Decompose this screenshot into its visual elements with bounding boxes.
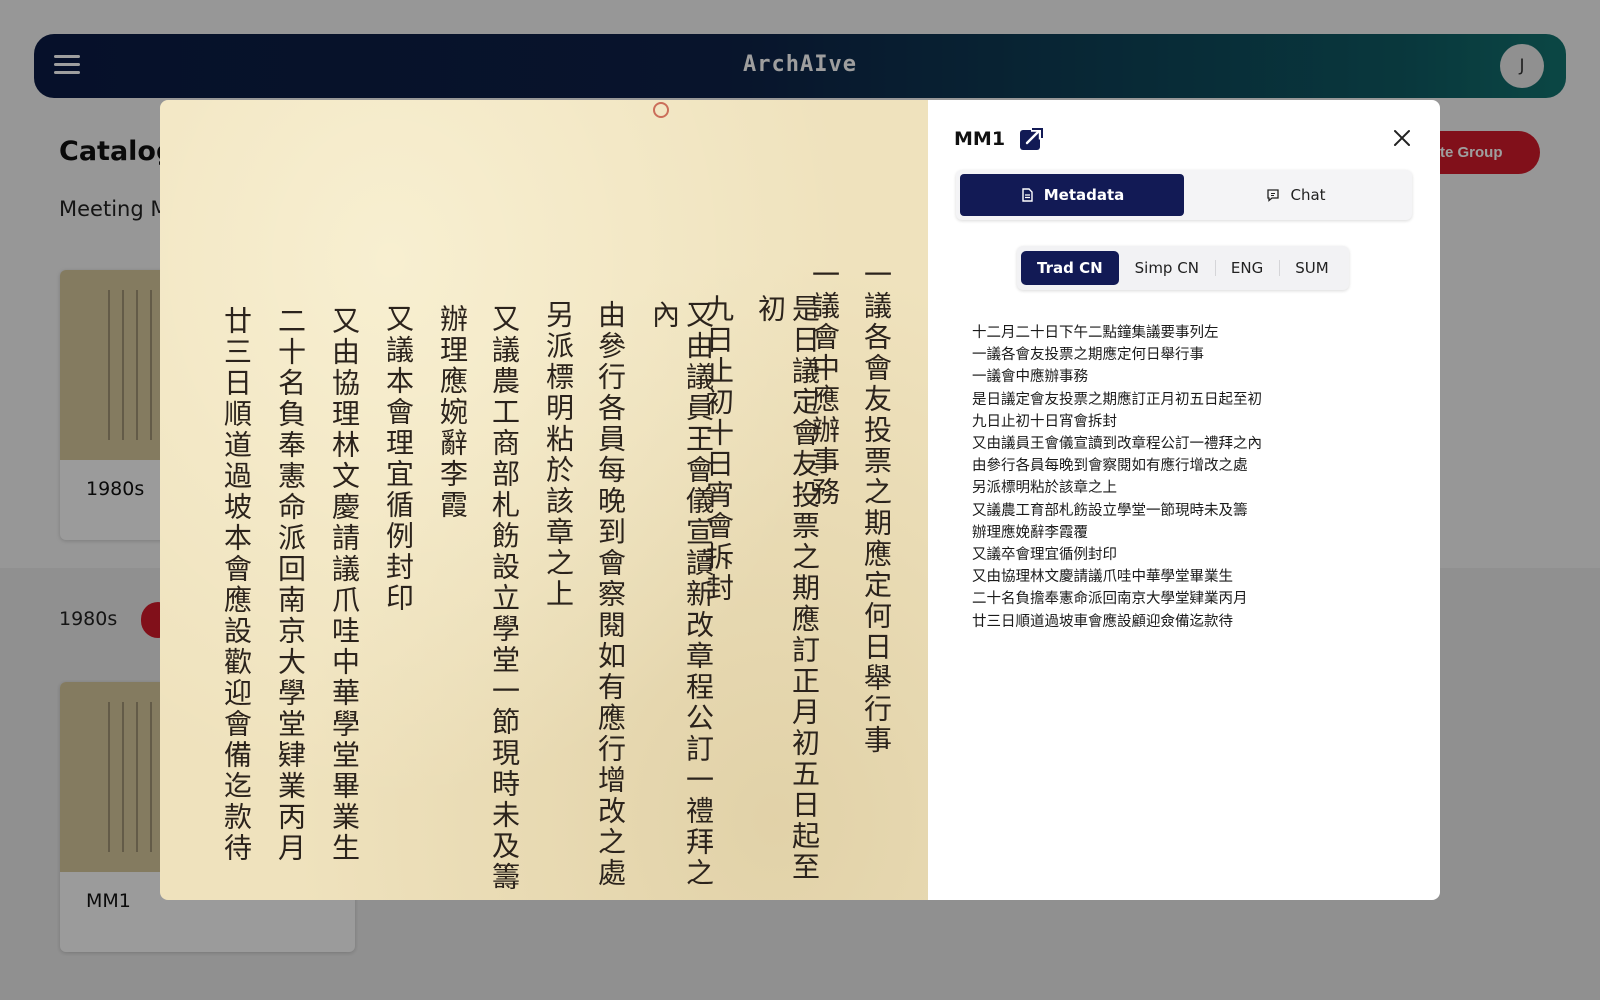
transcription-line: 二十名負擔奉憲命派回南京大學堂肄業丙月 xyxy=(972,591,1248,608)
tab-metadata[interactable]: Metadata xyxy=(960,174,1184,216)
document-title: MM1 xyxy=(954,128,1006,150)
language-switcher: Trad CN Simp CN ENG SUM xyxy=(1017,246,1349,290)
manuscript-column: 一議各會友投票之期應定何日舉行事 xyxy=(860,260,893,756)
transcription-line: 又議卒會理宜循例封印 xyxy=(972,547,1117,564)
close-icon[interactable] xyxy=(1392,128,1412,148)
manuscript-column: 是日議定會友投票之期應訂正月初五日起至初 xyxy=(754,294,821,883)
transcription-line: 十二月二十日下午二點鐘集議要事列左 xyxy=(972,325,1219,341)
transcription-line: 又由議員王會儀宣讀到改章程公訂一禮拜之內 xyxy=(972,436,1262,453)
tab-label: Metadata xyxy=(1043,186,1125,204)
manuscript-column: 辦理應婉辭李霞 xyxy=(436,304,469,521)
manuscript-column: 另派標明粘於該章之上 xyxy=(542,300,575,610)
manuscript-column: 又由協理林文慶請議爪哇中華學堂畢業生 xyxy=(328,306,361,864)
manuscript-column: 由參行各員每晚到會察閱如有應行增改之處 xyxy=(594,300,627,889)
transcription-line: 又由協理林文慶請議爪哇中華學堂畢業生 xyxy=(972,569,1233,586)
manuscript-column: 二十名負奉憲命派回南京大學堂肄業丙月 xyxy=(274,306,307,864)
manuscript-column: 又議本會理宜循例封印 xyxy=(382,304,415,614)
document-viewer-modal: 一議各會友投票之期應定何日舉行事 一議會中應辦事務 是日議定會友投票之期應訂正月… xyxy=(160,100,1440,900)
manuscript-column: 又由議員王會儀宣讀新改章程公訂一禮拜之內 xyxy=(648,300,715,889)
chat-bubble-icon xyxy=(1267,189,1280,202)
lang-trad-cn-button[interactable]: Trad CN xyxy=(1021,251,1119,285)
tab-chat[interactable]: Chat xyxy=(1184,174,1408,216)
document-icon xyxy=(1022,188,1033,202)
panel-tabs: Metadata Chat xyxy=(956,170,1412,220)
transcription-text: 十二月二十日下午二點鐘集議要事列左 一議各會友投票之期應定何日舉行事 一議會中應… xyxy=(972,322,1392,633)
lang-sum-button[interactable]: SUM xyxy=(1279,251,1344,285)
lang-simp-cn-button[interactable]: Simp CN xyxy=(1119,251,1215,285)
manuscript-column: 廿三日順道過坡本會應設歡迎會備迄款待 xyxy=(220,306,253,864)
transcription-line: 另派標明粘於該章之上 xyxy=(972,480,1117,497)
manuscript-image: 一議各會友投票之期應定何日舉行事 一議會中應辦事務 是日議定會友投票之期應訂正月… xyxy=(160,100,928,900)
metadata-panel: MM1 Metadata Chat Trad CN Simp CN ENG SU… xyxy=(928,100,1440,900)
transcription-line: 廿三日順道過坡車會應設顧迎僉備迄款待 xyxy=(972,613,1233,630)
transcription-line: 又議農工育部札飭設立學堂一節現時未及籌 xyxy=(972,502,1248,519)
transcription-line: 九日止初十日宵會拆封 xyxy=(972,413,1117,430)
transcription-line: 辦理應娩辭李霞覆 xyxy=(972,524,1088,541)
transcription-line: 是日議定會友投票之期應訂正月初五日起至初 xyxy=(972,391,1262,408)
transcription-line: 一議會中應辦事務 xyxy=(972,369,1088,386)
external-link-icon[interactable] xyxy=(1019,127,1043,151)
tab-label: Chat xyxy=(1290,186,1326,204)
transcription-line: 由參行各員每晚到會察閱如有應行增改之處 xyxy=(972,458,1248,475)
transcription-line: 一議各會友投票之期應定何日舉行事 xyxy=(972,347,1204,364)
lang-eng-button[interactable]: ENG xyxy=(1214,251,1279,285)
seal-mark xyxy=(653,102,669,118)
manuscript-column: 又議農工商部札飭設立學堂一節現時未及籌 xyxy=(488,304,521,893)
